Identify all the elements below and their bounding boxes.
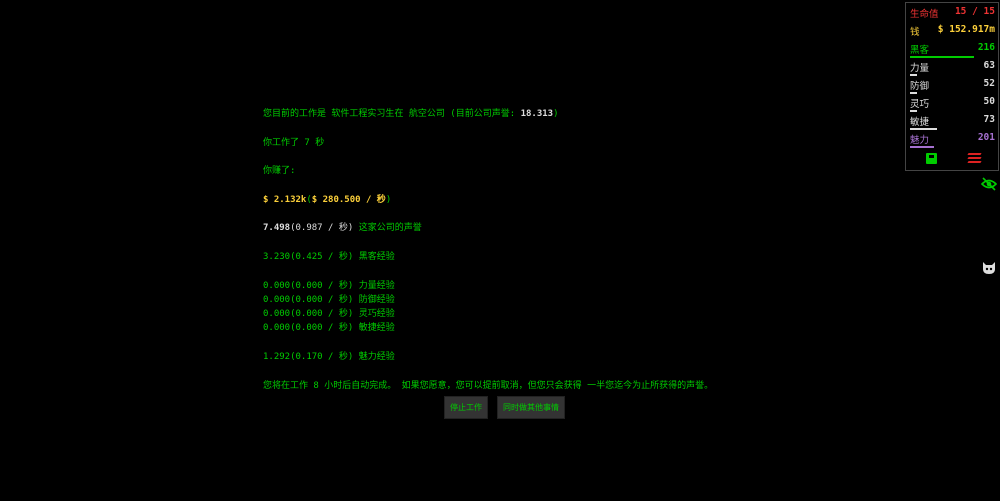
dex-value: 50 [983,96,995,107]
eye-off-icon[interactable] [981,177,997,191]
cha-exp-line: 1.292(0.170 / 秒) 魅力经验 [263,352,395,363]
auto-complete-text: 您将在工作 8 小时后自动完成。 如果您愿意，您可以提前取消，但您只会获得 一半… [263,380,714,391]
overview-actions [910,149,995,171]
work-panel: 您目前的工作是 软件工程实习生在 航空公司 (目前公司声誉: 18.313) 你… [263,107,763,393]
str-stat: 力量 63 [910,60,995,76]
def-progress-bar [910,92,917,94]
save-icon[interactable] [926,153,937,164]
character-overview: 生命值 15 / 15 钱 $ 152.917m 黑客 216 力量 63 防御… [905,2,999,171]
money-earned-line: $ 2.132k($ 280.500 / 秒) [263,194,392,205]
cha-progress-bar [910,146,934,148]
dex-progress-bar [910,110,917,112]
hack-value: 216 [977,42,995,53]
delete-icon[interactable] [967,153,982,163]
def-stat: 防御 52 [910,78,995,94]
hp-value: 15 / 15 [954,6,995,17]
reputation-earned-line: 7.498(0.987 / 秒) 这家公司的声誉 [263,223,422,234]
str-value: 63 [983,60,995,71]
agi-value: 73 [983,114,995,125]
company-name: 航空公司 [408,109,445,119]
cat-icon[interactable] [981,259,997,275]
dex-stat: 灵巧 50 [910,96,995,112]
cha-value: 201 [977,132,995,143]
do-something-else-button[interactable]: 同时做其他事情 [497,396,565,419]
money-value: $ 152.917m [937,24,995,35]
hack-stat: 黑客 216 [910,42,995,58]
company-reputation: 18.313 [520,109,554,119]
hack-progress-bar [910,56,974,58]
def-value: 52 [983,78,995,89]
agi-exp-line: 0.000(0.000 / 秒) 敏捷经验 [263,323,395,334]
current-job-line: 您目前的工作是 软件工程实习生在 航空公司 (目前公司声誉: 18.313) [263,109,559,119]
hp-stat: 生命值 15 / 15 [910,6,995,20]
time-worked-line: 你工作了 7 秒 [263,137,325,148]
str-progress-bar [910,74,917,76]
dex-exp-line: 0.000(0.000 / 秒) 灵巧经验 [263,309,395,320]
str-exp-line: 0.000(0.000 / 秒) 力量经验 [263,280,395,291]
earned-label: 你赚了: [263,166,296,177]
cha-stat: 魅力 201 [910,132,995,148]
work-actions: 停止工作 同时做其他事情 [444,396,565,419]
agi-stat: 敏捷 73 [910,114,995,130]
stop-work-button[interactable]: 停止工作 [444,396,488,419]
agi-progress-bar [910,128,938,130]
hack-exp-line: 3.230(0.425 / 秒) 黑客经验 [263,251,395,262]
def-exp-line: 0.000(0.000 / 秒) 防御经验 [263,294,395,305]
money-stat: 钱 $ 152.917m [910,24,995,38]
